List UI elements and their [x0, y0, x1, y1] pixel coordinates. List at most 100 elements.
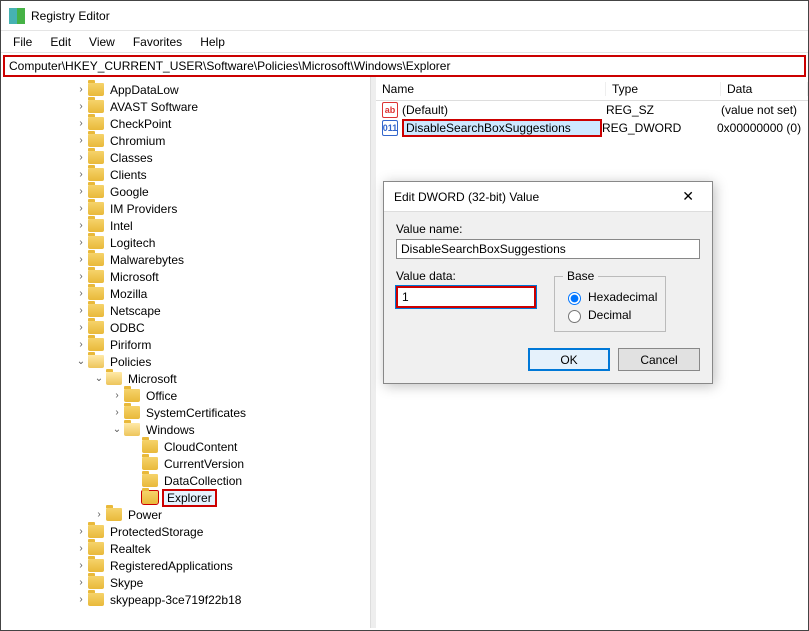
folder-icon: [142, 474, 158, 487]
chevron-right-icon[interactable]: ›: [75, 237, 87, 249]
chevron-right-icon[interactable]: ›: [75, 543, 87, 555]
ok-button[interactable]: OK: [528, 348, 610, 371]
chevron-right-icon[interactable]: ›: [75, 526, 87, 538]
chevron-right-icon[interactable]: ›: [75, 594, 87, 606]
chevron-down-icon[interactable]: ⌄: [111, 424, 123, 436]
tree-item-protectedstorage[interactable]: ›ProtectedStorage: [1, 523, 370, 540]
tree-pane[interactable]: ›AppDataLow›AVAST Software›CheckPoint›Ch…: [1, 77, 371, 628]
col-header-type[interactable]: Type: [606, 82, 721, 96]
tree-item-label: Piriform: [108, 338, 153, 352]
radio-dec[interactable]: [568, 310, 581, 323]
folder-icon: [88, 134, 104, 147]
chevron-down-icon[interactable]: ⌄: [93, 373, 105, 385]
tree-item-chromium[interactable]: ›Chromium: [1, 132, 370, 149]
list-row[interactable]: 011DisableSearchBoxSuggestionsREG_DWORD0…: [376, 119, 808, 137]
chevron-right-icon[interactable]: ›: [75, 305, 87, 317]
chevron-right-icon[interactable]: ›: [111, 407, 123, 419]
chevron-right-icon[interactable]: ›: [75, 577, 87, 589]
dialog-titlebar[interactable]: Edit DWORD (32-bit) Value ✕: [384, 182, 712, 212]
chevron-right-icon[interactable]: ›: [75, 135, 87, 147]
chevron-right-icon[interactable]: ›: [75, 220, 87, 232]
tree-item-label: Policies: [108, 355, 153, 369]
tree-item-power[interactable]: › Power: [1, 506, 370, 523]
value-data-input[interactable]: [396, 286, 536, 308]
folder-icon: [88, 117, 104, 130]
chevron-right-icon[interactable]: ›: [75, 84, 87, 96]
chevron-right-icon[interactable]: ›: [75, 169, 87, 181]
tree-item-intel[interactable]: ›Intel: [1, 217, 370, 234]
tree-item-microsoft[interactable]: ›Microsoft: [1, 268, 370, 285]
tree-item-label: Power: [126, 508, 164, 522]
radio-hex[interactable]: [568, 292, 581, 305]
tree-item-office[interactable]: › Office: [1, 387, 370, 404]
tree-item-realtek[interactable]: ›Realtek: [1, 540, 370, 557]
close-icon[interactable]: ✕: [674, 184, 702, 209]
tree-item-avast-software[interactable]: › AVAST Software: [1, 98, 370, 115]
menu-help[interactable]: Help: [192, 33, 233, 51]
tree-item-netscape[interactable]: › Netscape: [1, 302, 370, 319]
tree-item-explorer[interactable]: Explorer: [1, 489, 370, 506]
chevron-down-icon[interactable]: ⌄: [75, 356, 87, 368]
menu-view[interactable]: View: [81, 33, 123, 51]
folder-icon: [88, 270, 104, 283]
tree-item-label: Office: [144, 389, 179, 403]
cancel-button[interactable]: Cancel: [618, 348, 700, 371]
value-name-input[interactable]: [396, 239, 700, 259]
tree-item-skype[interactable]: ›Skype: [1, 574, 370, 591]
chevron-right-icon[interactable]: ›: [75, 203, 87, 215]
tree-item-cloudcontent[interactable]: CloudContent: [1, 438, 370, 455]
tree-item-datacollection[interactable]: DataCollection: [1, 472, 370, 489]
tree-item-systemcertificates[interactable]: ›SystemCertificates: [1, 404, 370, 421]
tree-item-skypeapp-3ce719f22b18[interactable]: ›skypeapp-3ce719f22b18: [1, 591, 370, 608]
chevron-right-icon[interactable]: ›: [75, 118, 87, 130]
chevron-right-icon[interactable]: ›: [75, 271, 87, 283]
tree-item-label: Netscape: [108, 304, 163, 318]
tree-item-im-providers[interactable]: ›IM Providers: [1, 200, 370, 217]
tree-item-malwarebytes[interactable]: ›Malwarebytes: [1, 251, 370, 268]
chevron-right-icon[interactable]: ›: [75, 101, 87, 113]
folder-icon: [88, 559, 104, 572]
value-data: 0x00000000 (0): [717, 121, 808, 135]
radio-hex-row[interactable]: Hexadecimal: [563, 289, 657, 305]
tree-item-label: Mozilla: [108, 287, 149, 301]
tree-item-piriform[interactable]: › Piriform: [1, 336, 370, 353]
menu-file[interactable]: File: [5, 33, 40, 51]
chevron-right-icon[interactable]: ›: [75, 339, 87, 351]
tree-item-registeredapplications[interactable]: ›RegisteredApplications: [1, 557, 370, 574]
chevron-right-icon[interactable]: ›: [111, 390, 123, 402]
chevron-right-icon[interactable]: ›: [75, 186, 87, 198]
chevron-right-icon[interactable]: ›: [75, 254, 87, 266]
menu-favorites[interactable]: Favorites: [125, 33, 190, 51]
tree-item-policies[interactable]: ⌄ Policies: [1, 353, 370, 370]
tree-item-label: Microsoft: [126, 372, 179, 386]
tree-item-microsoft[interactable]: ⌄ Microsoft: [1, 370, 370, 387]
tree-item-checkpoint[interactable]: ›CheckPoint: [1, 115, 370, 132]
tree-item-currentversion[interactable]: CurrentVersion: [1, 455, 370, 472]
tree-item-odbc[interactable]: ›ODBC: [1, 319, 370, 336]
chevron-right-icon[interactable]: ›: [75, 288, 87, 300]
chevron-right-icon[interactable]: ›: [75, 152, 87, 164]
value-name: DisableSearchBoxSuggestions: [402, 119, 602, 137]
address-bar[interactable]: Computer\HKEY_CURRENT_USER\Software\Poli…: [3, 55, 806, 77]
radio-dec-row[interactable]: Decimal: [563, 307, 657, 323]
tree-item-windows[interactable]: ⌄Windows: [1, 421, 370, 438]
menu-edit[interactable]: Edit: [42, 33, 79, 51]
chevron-right-icon[interactable]: ›: [93, 509, 105, 521]
col-header-name[interactable]: Name: [376, 82, 606, 96]
edit-dword-dialog: Edit DWORD (32-bit) Value ✕ Value name: …: [383, 181, 713, 384]
tree-item-classes[interactable]: ›Classes: [1, 149, 370, 166]
tree-item-google[interactable]: › Google: [1, 183, 370, 200]
list-row[interactable]: ab(Default)REG_SZ(value not set): [376, 101, 808, 119]
tree-item-logitech[interactable]: ›Logitech: [1, 234, 370, 251]
tree-item-label: Google: [108, 185, 151, 199]
col-header-data[interactable]: Data: [721, 82, 808, 96]
tree-item-appdatalow[interactable]: ›AppDataLow: [1, 81, 370, 98]
folder-icon: [88, 542, 104, 555]
tree-item-label: Clients: [108, 168, 149, 182]
tree-item-clients[interactable]: › Clients: [1, 166, 370, 183]
folder-icon: [88, 151, 104, 164]
tree-item-label: AVAST Software: [108, 100, 200, 114]
chevron-right-icon[interactable]: ›: [75, 560, 87, 572]
chevron-right-icon[interactable]: ›: [75, 322, 87, 334]
tree-item-mozilla[interactable]: › Mozilla: [1, 285, 370, 302]
